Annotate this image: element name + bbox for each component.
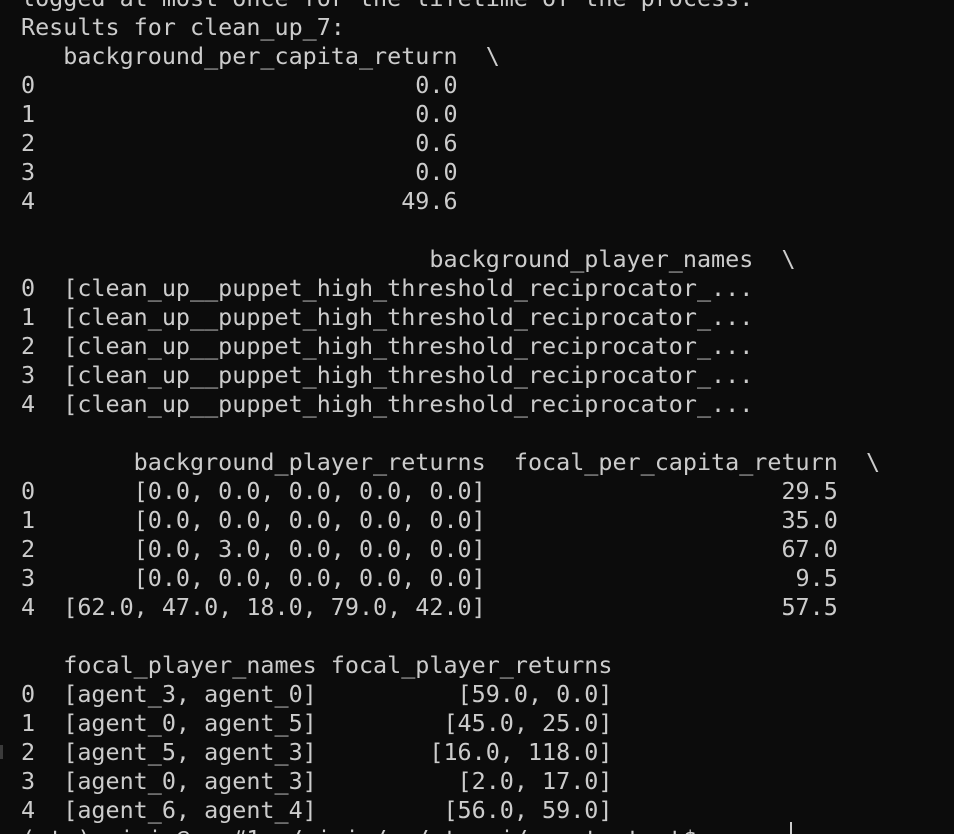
table-row: 1 0.0 xyxy=(21,100,458,128)
terminal-window[interactable]: logged at most once for the lifetime of … xyxy=(0,0,954,834)
table-header: background_player_returns focal_per_capi… xyxy=(21,448,881,476)
table-header: background_player_names \ xyxy=(21,245,796,273)
table-row: 1 [clean_up__puppet_high_threshold_recip… xyxy=(21,303,754,331)
table-row: 0 [clean_up__puppet_high_threshold_recip… xyxy=(21,274,754,302)
text-cursor xyxy=(790,822,792,834)
table-row: 0 0.0 xyxy=(21,71,458,99)
log-warning-line: logged at most once for the lifetime of … xyxy=(21,0,880,13)
table-header: focal_player_names focal_player_returns xyxy=(21,651,613,679)
table-row: 3 0.0 xyxy=(21,158,458,186)
table-row: 0 [0.0, 0.0, 0.0, 0.0, 0.0] 29.5 xyxy=(21,477,838,505)
terminal-output: logged at most once for the lifetime of … xyxy=(21,0,880,834)
window-edge xyxy=(0,0,12,834)
table-row: 2 [0.0, 3.0, 0.0, 0.0, 0.0] 67.0 xyxy=(21,535,838,563)
results-heading: Results for clean_up_7: xyxy=(21,13,345,41)
table-row: 1 [0.0, 0.0, 0.0, 0.0, 0.0] 35.0 xyxy=(21,506,838,534)
table-header: background_per_capita_return \ xyxy=(21,42,500,70)
table-row: 2 [agent_5, agent_3] [16.0, 118.0] xyxy=(21,738,613,766)
table-row: 4 49.6 xyxy=(21,187,458,215)
table-row: 4 [clean_up__puppet_high_threshold_recip… xyxy=(21,390,754,418)
table-row: 3 [0.0, 0.0, 0.0, 0.0, 0.0] 9.5 xyxy=(21,564,838,592)
table-row: 4 [agent_6, agent_4] [56.0, 59.0] xyxy=(21,796,613,824)
table-row: 2 [clean_up__puppet_high_threshold_recip… xyxy=(21,332,754,360)
table-row: 2 0.6 xyxy=(21,129,458,157)
window-edge-marker xyxy=(0,745,3,759)
table-row: 1 [agent_0, agent_5] [45.0, 25.0] xyxy=(21,709,613,737)
shell-prompt[interactable]: (ste) minin@...#1:~/minin/gp/stermi/agen… xyxy=(21,825,880,834)
table-row: 3 [clean_up__puppet_high_threshold_recip… xyxy=(21,361,754,389)
table-row: 3 [agent_0, agent_3] [2.0, 17.0] xyxy=(21,767,613,795)
table-row: 0 [agent_3, agent_0] [59.0, 0.0] xyxy=(21,680,613,708)
table-row: 4 [62.0, 47.0, 18.0, 79.0, 42.0] 57.5 xyxy=(21,593,838,621)
